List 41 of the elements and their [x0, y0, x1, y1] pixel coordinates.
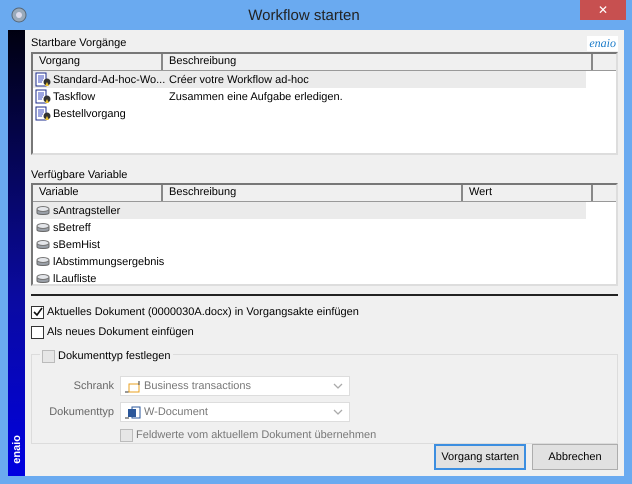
checkbox[interactable] [31, 326, 44, 338]
process-description: Créer votre Workflow ad-hoc [168, 74, 309, 86]
process-row[interactable]: Taskflow Zusammen eine Aufgabe erledigen. [33, 88, 586, 105]
variable-row[interactable]: sAntragsteller [33, 202, 586, 219]
chevron-icon [333, 383, 343, 389]
variable-name: sBetreff [53, 222, 91, 234]
process-description: Zusammen eine Aufgabe erledigen. [168, 90, 343, 102]
variable-name: lAbstimmungsergebnis [53, 256, 164, 268]
process-row[interactable]: Standard-Ad-hoc-Wo... Créer votre Workflow ad-hoc [33, 71, 586, 88]
close-button[interactable]: ✕ [580, 0, 626, 20]
section-label: Verfügbare Variable [31, 169, 128, 181]
variable-row[interactable]: lLaufliste [33, 270, 586, 287]
brand-text: enaio [10, 435, 22, 464]
process-name: Standard-Ad-hoc-Wo... [53, 74, 166, 86]
field-label: Dokumenttyp [48, 406, 115, 418]
brand-logo: enaio [587, 36, 618, 50]
group-label: Dokumenttyp festlegen [58, 350, 171, 362]
checkbox-label: Aktuelles Dokument (0000030A.docx) in Vorgangsakte einfügen [47, 306, 359, 318]
section-label: Startbare Vorgänge [31, 37, 126, 49]
field-label: Schrank [72, 380, 115, 392]
checkbox-label: Als neues Dokument einfügen [47, 326, 194, 338]
checkbox[interactable] [31, 306, 44, 318]
checkbox-label: Feldwerte vom aktuellem Dokument übernehmen [136, 429, 376, 441]
window-title: Workflow starten [247, 6, 361, 24]
variable-name: sBemHist [53, 238, 100, 250]
document-icon [125, 404, 141, 420]
process-name: Taskflow [53, 90, 96, 102]
start-button[interactable]: Vorgang starten [434, 444, 526, 470]
variable-row[interactable]: lAbstimmungsergebnis [33, 253, 586, 270]
workflow-icon [35, 88, 51, 104]
folder-icon [125, 378, 141, 394]
process-name: Bestellvorgang [53, 108, 126, 120]
variable-row[interactable]: sBetreff [33, 219, 586, 236]
workflow-icon [35, 72, 51, 88]
process-row[interactable]: Bestellvorgang [33, 105, 586, 122]
workflow-icon [35, 106, 51, 122]
variable-row[interactable]: sBemHist [33, 236, 586, 253]
chevron-icon [333, 409, 343, 415]
variable-name: sAntragsteller [53, 204, 120, 216]
variable-name: lLaufliste [53, 272, 96, 284]
cancel-button[interactable]: Abbrechen [532, 444, 618, 470]
